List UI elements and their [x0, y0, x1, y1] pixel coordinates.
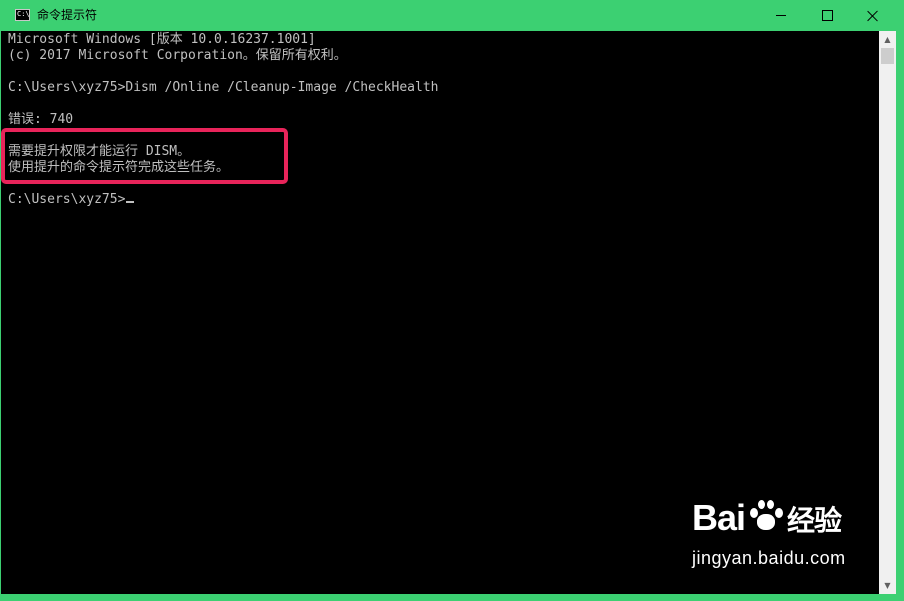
annotation-highlight-box — [1, 128, 288, 184]
watermark-url: jingyan.baidu.com — [692, 548, 846, 568]
maximize-button[interactable] — [804, 0, 850, 31]
scroll-up-arrow-icon[interactable]: ▲ — [879, 31, 896, 48]
baidu-jingyan-watermark: Bai 经验 jingyan.baidu.com — [692, 498, 846, 569]
window-title: 命令提示符 — [37, 8, 98, 22]
minimize-icon — [776, 15, 786, 16]
close-icon — [867, 10, 879, 22]
vertical-scrollbar[interactable]: ▲ ▼ — [879, 31, 896, 594]
scroll-down-arrow-icon[interactable]: ▼ — [879, 577, 896, 594]
watermark-jingyan-text: 经验 — [787, 504, 842, 537]
maximize-icon — [821, 10, 833, 21]
console-line-error: 错误: 740 — [8, 112, 74, 127]
cmd-app-icon[interactable]: C:\ — [15, 9, 30, 21]
prompt-text: C:\Users\xyz75> — [8, 192, 126, 207]
console-line-copyright: (c) 2017 Microsoft Corporation。保留所有权利。 — [8, 48, 347, 63]
command-prompt-window: C:\ 命令提示符 Microsoft Windows [版本 10.0.162… — [0, 0, 904, 601]
baidu-paw-icon — [747, 498, 785, 532]
text-cursor — [126, 201, 135, 203]
console-line-command: C:\Users\xyz75>Dism /Online /Cleanup-Ima… — [8, 80, 439, 95]
console-line-version: Microsoft Windows [版本 10.0.16237.1001] — [8, 32, 316, 47]
scrollbar-thumb[interactable] — [881, 48, 894, 64]
watermark-logo: Bai 经验 — [692, 498, 846, 541]
close-button[interactable] — [850, 0, 896, 31]
watermark-logo-text: Bai — [692, 497, 746, 538]
title-bar[interactable]: C:\ 命令提示符 — [0, 0, 904, 31]
console-line-prompt[interactable]: C:\Users\xyz75> — [8, 192, 135, 208]
minimize-button[interactable] — [758, 0, 804, 31]
